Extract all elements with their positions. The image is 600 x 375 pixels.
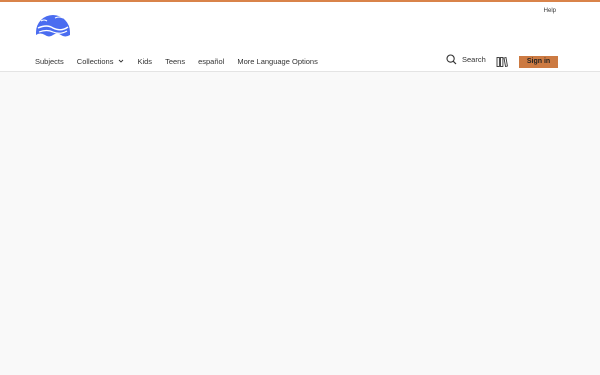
main-content-area: [0, 72, 600, 375]
nav-item-collections[interactable]: Collections: [77, 57, 125, 66]
nav-item-label: Subjects: [35, 56, 64, 66]
site-logo[interactable]: [35, 11, 71, 41]
sign-in-button[interactable]: Sign in: [519, 56, 558, 68]
nav-item-label: Teens: [165, 56, 186, 66]
nav-item-label: español: [198, 56, 225, 66]
library-button[interactable]: [496, 55, 508, 68]
nav-item-teens[interactable]: Teens: [165, 57, 185, 66]
library-books-icon: [496, 56, 508, 68]
chevron-down-icon: [119, 59, 124, 63]
search-button[interactable]: Search: [446, 54, 486, 65]
help-link[interactable]: Help: [544, 8, 556, 14]
nav-item-label: Collections: [76, 56, 114, 66]
main-nav: Subjects Collections Kids Teens español …: [35, 53, 331, 69]
nav-item-more-languages[interactable]: More Language Options: [237, 57, 317, 66]
nav-item-espanol[interactable]: español: [198, 57, 224, 66]
nav-item-label: More Language Options: [237, 56, 318, 66]
site-header: Help Subjects Collections Kids Teens esp…: [0, 2, 600, 72]
search-icon: [446, 54, 457, 65]
nav-item-kids[interactable]: Kids: [137, 57, 152, 66]
nav-item-label: Kids: [137, 56, 153, 66]
nav-item-subjects[interactable]: Subjects: [35, 57, 64, 66]
search-label: Search: [462, 55, 486, 64]
wave-logo-icon: [36, 15, 70, 37]
